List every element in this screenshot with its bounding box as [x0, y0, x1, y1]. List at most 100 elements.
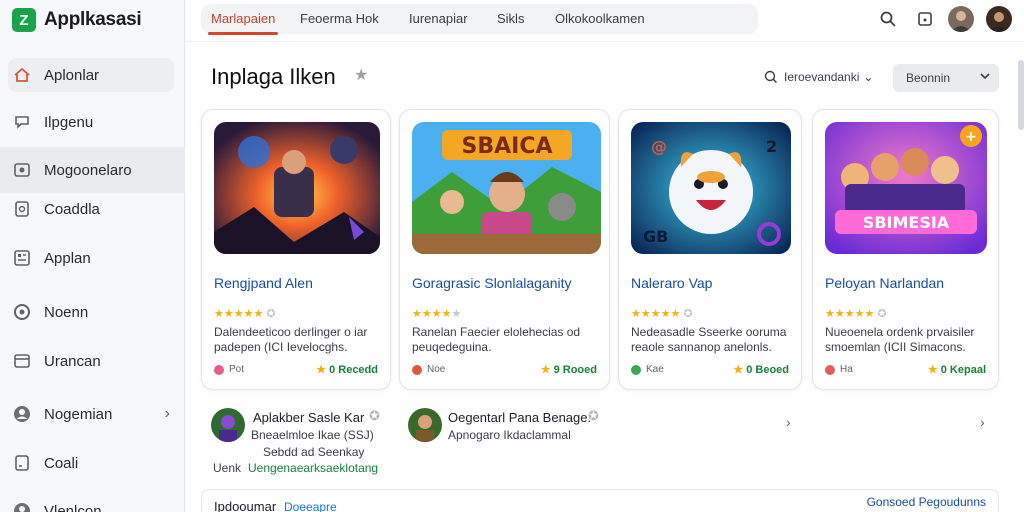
chevron-right-icon: › [164, 405, 170, 422]
notification-icon[interactable] [913, 7, 937, 31]
app-card[interactable]: SBAICA Goragrasic Slonlalaganity ★★★★★ R… [399, 109, 610, 390]
meta-label: Pot [229, 364, 245, 375]
rating-stars: ★★★★★ ✪ [825, 308, 887, 320]
status-dot [825, 364, 835, 375]
sidebar-item-label: Noenn [44, 303, 89, 321]
status-dot [412, 364, 422, 375]
rating-stars: ★★★★★ ✪ [631, 308, 693, 320]
top-bar: Marlapaien Feoerma Hok Iurenapiar Sikls … [185, 0, 1024, 42]
sidebar-item-label: Vlenlcon [44, 502, 102, 512]
app-title[interactable]: Rengjpand Alen [214, 275, 313, 291]
list-item-subtitle: Sebdd ad Seenkay [263, 445, 365, 459]
app-card[interactable]: Rengjpand Alen ★★★★★ ✪ Dalendeeticoo der… [201, 109, 391, 390]
svg-text:@: @ [651, 137, 667, 156]
avatar [211, 408, 245, 442]
app-card[interactable]: @ 2 GB Naleraro Vap ★★★★★ ✪ Nedeasadle S… [618, 109, 802, 390]
device-icon [10, 451, 34, 475]
svg-text:SBAICA: SBAICA [462, 134, 553, 159]
app-thumbnail: SBAICA [412, 122, 601, 254]
filter-label: Beonnin [906, 71, 951, 85]
app-title[interactable]: Peloyan Narlandan [825, 275, 944, 291]
list-item-subtitle: Apnogaro Ikdaclammal [448, 428, 571, 442]
panel-right-link[interactable]: Gonsoed Pegoudunns [867, 495, 986, 509]
status-dot [631, 364, 641, 375]
app-card[interactable]: SBIMESIA + Peloyan Narlandan ★★★★★ ✪ Nue… [812, 109, 999, 390]
avatar [408, 408, 442, 442]
sidebar-item-label: Nogemian [44, 405, 113, 423]
user-icon [10, 499, 34, 512]
sidebar-item-2[interactable]: Mogoonelaro [0, 147, 185, 193]
sidebar-item-8[interactable]: Coali [8, 446, 174, 480]
chevron-right-icon[interactable]: › [786, 414, 791, 430]
chevron-down-icon: ⌄ [863, 70, 874, 84]
sidebar-item-1[interactable]: Ilpgenu [8, 105, 174, 139]
sidebar-item-7[interactable]: Nogemian › [8, 397, 174, 431]
list-item-link[interactable]: Uengenaearksaeklotang [248, 461, 378, 475]
meta-label: Ha [840, 364, 853, 375]
tab-strip: Marlapaien Feoerma Hok Iurenapiar Sikls … [201, 4, 758, 35]
tab-0[interactable]: Marlapaien [207, 4, 279, 35]
chevron-right-icon[interactable]: › [980, 414, 985, 430]
card-meta: Kae [631, 364, 664, 375]
star-icon[interactable]: ★ [354, 68, 370, 84]
brand[interactable]: Z Applkasasi [12, 6, 142, 34]
settings-icon [10, 300, 34, 324]
sort-dropdown[interactable]: Ieroevandanki ⌄ [764, 70, 873, 84]
sidebar-item-6[interactable]: Urancan [8, 344, 174, 378]
svg-text:GB: GB [643, 227, 668, 246]
svg-text:+: + [965, 129, 977, 145]
rating-stars: ★★★★★ ✪ [214, 308, 276, 320]
panel-title: Ipdooumar [214, 499, 277, 512]
tab-3[interactable]: Sikls [497, 4, 524, 34]
sidebar-item-4[interactable]: Applan [8, 241, 174, 275]
app-title[interactable]: Goragrasic Slonlalaganity [412, 275, 572, 291]
scrollbar[interactable] [1018, 60, 1024, 130]
sidebar-item-label: Coali [44, 454, 79, 472]
star-icon[interactable]: ✪ [588, 408, 599, 424]
user-icon [10, 402, 34, 426]
sidebar-item-label: Urancan [44, 352, 101, 370]
window-icon [10, 349, 34, 373]
list-item-title: Oegentarl Pana Benage. [448, 410, 592, 425]
rating-count-label: 0 Beoed [746, 363, 789, 376]
home-icon [10, 63, 34, 87]
app-thumbnail [214, 122, 380, 254]
list-item[interactable]: Oegentarl Pana Benage. ✪ Apnogaro Ikdacl… [408, 406, 610, 478]
svg-text:2: 2 [766, 137, 777, 156]
chat-icon [10, 110, 34, 134]
filter-icon [764, 70, 777, 83]
rating-count: ★ 0 Kepaal [927, 363, 986, 377]
star-icon: ★ [733, 364, 744, 376]
star-icon[interactable]: ✪ [369, 408, 380, 424]
rating-count: ★ 0 Beoed [733, 363, 789, 377]
document-icon [10, 197, 34, 221]
avatar[interactable] [948, 6, 974, 32]
card-meta: Pot [214, 364, 244, 375]
sidebar-item-label: Ilpgenu [44, 113, 94, 131]
rating-count-label: 9 Rooed [553, 363, 597, 376]
app-name: Applkasasi [44, 9, 142, 30]
tab-2[interactable]: Iurenapiar [409, 4, 468, 34]
rating-count: ★ 9 Rooed [540, 363, 597, 377]
list-item[interactable]: Aplakber Sasle Kar ✪ Bneaelmloe Ikae (SS… [211, 406, 401, 478]
app-description: Dalendeeticoo derlinger o iar padepen (I… [214, 325, 368, 354]
rating-count: ★ 0 Recedd [316, 363, 378, 377]
tab-1[interactable]: Feoerma Hok [300, 4, 379, 34]
panel-link[interactable]: Doeeapre [284, 500, 337, 512]
sidebar-item-3[interactable]: Coaddla [8, 192, 174, 226]
filter-button[interactable]: Beonnin [893, 64, 999, 92]
sidebar-item-0[interactable]: Aplonlar [8, 58, 174, 92]
search-icon[interactable] [876, 7, 900, 31]
sidebar-item-5[interactable]: Noenn [8, 295, 174, 329]
profile-avatar[interactable] [986, 6, 1012, 32]
star-icon: ★ [540, 364, 551, 376]
app-title[interactable]: Naleraro Vap [631, 275, 712, 291]
star-icon: ★ [927, 364, 938, 376]
sidebar-item-label: Aplonlar [44, 66, 100, 84]
image-icon [10, 158, 34, 182]
app-thumbnail: SBIMESIA + [825, 122, 987, 254]
list-item-meta: Uenk [213, 461, 242, 475]
card-meta: Ha [825, 364, 853, 375]
tab-4[interactable]: Olkokoolkamen [555, 4, 645, 34]
sidebar-item-9[interactable]: Vlenlcon [8, 494, 174, 512]
